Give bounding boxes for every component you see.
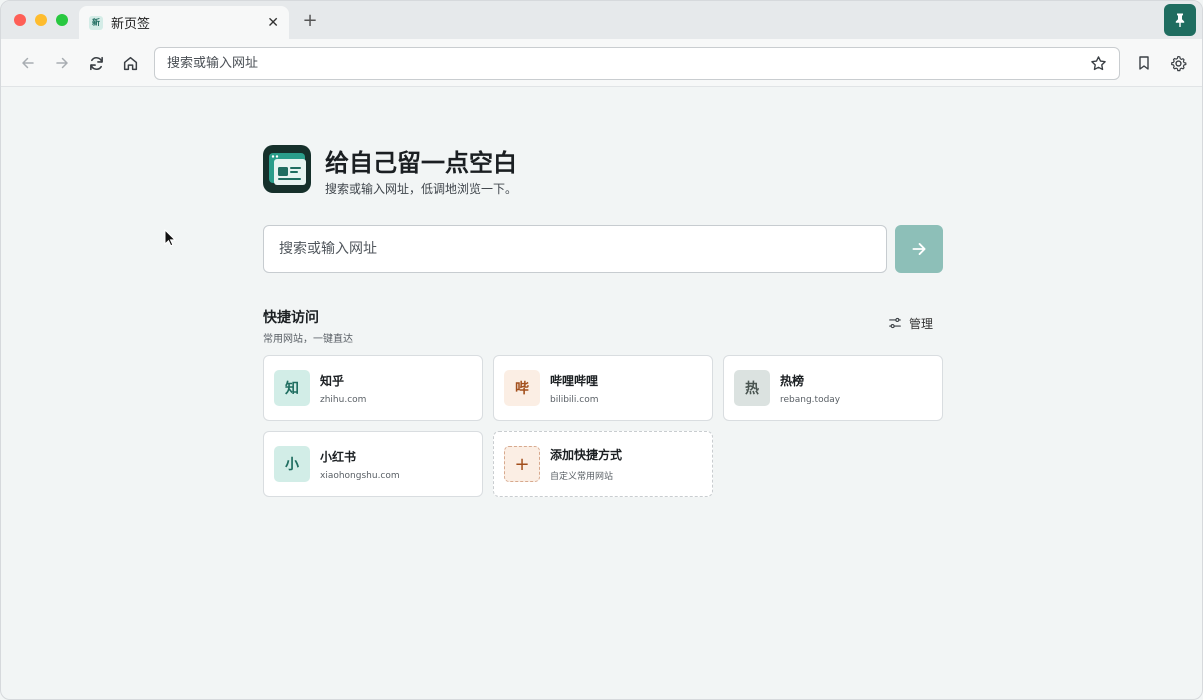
shortcut-card-zhihu[interactable]: 知 知乎 zhihu.com — [263, 355, 483, 421]
page-subtitle: 搜索或输入网址，低调地浏览一下。 — [325, 182, 518, 196]
quick-access-title: 快捷访问 — [263, 310, 319, 326]
search-box[interactable] — [263, 225, 887, 273]
bookmarks-button[interactable] — [1132, 51, 1156, 75]
app-logo-icon — [269, 153, 306, 185]
browser-window: 新 新页签 ✕ + 搜索或输入网址 给自己留一点空白 搜索或输入网址，低调地浏览… — [0, 0, 1203, 700]
gear-icon — [1170, 55, 1186, 71]
new-tab-button[interactable]: + — [299, 9, 321, 31]
mouse-cursor-icon — [164, 229, 176, 247]
shortcut-name: 哔哩哔哩 — [550, 373, 599, 388]
shortcut-name: 小红书 — [320, 449, 357, 464]
star-bookmark-icon[interactable] — [1090, 55, 1107, 72]
maximize-window-button[interactable] — [56, 14, 68, 26]
add-shortcut-button[interactable]: + 添加快捷方式 自定义常用网站 — [493, 431, 713, 497]
bookmark-icon — [1139, 56, 1149, 70]
shortcut-icon: 知 — [274, 370, 310, 406]
app-logo — [263, 145, 311, 193]
tab-title: 新页签 — [111, 17, 151, 32]
pin-icon — [1175, 13, 1185, 27]
settings-button[interactable] — [1166, 51, 1190, 75]
shortcut-name: 知乎 — [320, 373, 345, 388]
shortcut-icon: 哔 — [504, 370, 540, 406]
shortcut-domain: rebang.today — [780, 394, 841, 405]
add-shortcut-label: 添加快捷方式 — [550, 448, 623, 462]
reload-button[interactable] — [84, 51, 108, 75]
close-window-button[interactable] — [14, 14, 26, 26]
home-icon — [123, 56, 137, 70]
minimize-window-button[interactable] — [35, 14, 47, 26]
shortcut-card-rebang[interactable]: 热 热榜 rebang.today — [723, 355, 943, 421]
plus-icon: + — [504, 446, 540, 482]
tab-new-page[interactable]: 新 新页签 ✕ — [79, 6, 289, 39]
address-input[interactable] — [167, 56, 1090, 71]
page-title: 给自己留一点空白 — [325, 149, 517, 177]
tab-strip: 新 新页签 ✕ + — [1, 1, 1202, 39]
manage-button[interactable]: 管理 — [888, 314, 933, 332]
manage-label: 管理 — [909, 316, 934, 331]
browser-toolbar — [1, 39, 1202, 87]
arrow-right-icon — [912, 243, 926, 255]
shortcut-domain: xiaohongshu.com — [320, 470, 400, 481]
add-shortcut-subtitle: 自定义常用网站 — [550, 472, 614, 482]
forward-button[interactable] — [50, 51, 74, 75]
shortcut-name: 热榜 — [780, 373, 805, 388]
search-input[interactable] — [279, 241, 871, 257]
tab-favicon-icon: 新 — [89, 15, 103, 30]
shortcut-icon: 小 — [274, 446, 310, 482]
reload-icon — [89, 56, 103, 70]
sliders-icon — [889, 317, 901, 329]
back-button[interactable] — [16, 51, 40, 75]
shortcut-domain: bilibili.com — [550, 394, 599, 405]
shortcut-icon: 热 — [734, 370, 770, 406]
arrow-right-icon — [56, 57, 68, 69]
shortcut-domain: zhihu.com — [320, 394, 367, 405]
address-bar[interactable] — [154, 47, 1120, 80]
home-button[interactable] — [118, 51, 142, 75]
search-submit-button[interactable] — [895, 225, 943, 273]
tab-close-icon[interactable]: ✕ — [267, 15, 279, 31]
quick-access-subtitle: 常用网站，一键直达 — [263, 334, 353, 345]
arrow-left-icon — [22, 57, 34, 69]
shortcut-card-bilibili[interactable]: 哔 哔哩哔哩 bilibili.com — [493, 355, 713, 421]
shortcut-card-xiaohongshu[interactable]: 小 小红书 xiaohongshu.com — [263, 431, 483, 497]
pin-button[interactable] — [1164, 4, 1196, 36]
